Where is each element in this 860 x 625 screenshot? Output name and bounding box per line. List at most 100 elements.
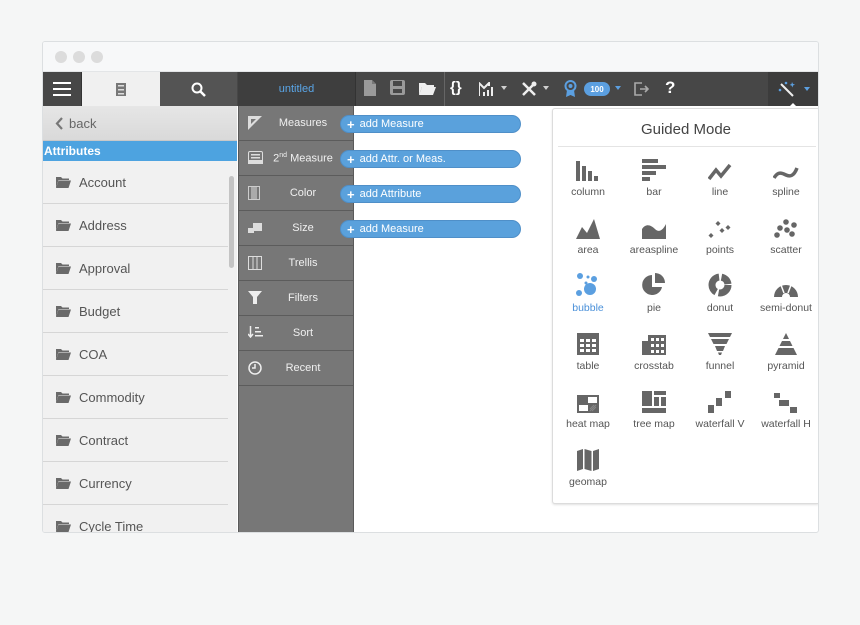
export-icon[interactable]: [634, 82, 650, 96]
chart-type-pyramid[interactable]: pyramid: [753, 327, 818, 385]
folder-icon: [56, 520, 71, 532]
chart-type-crosstab[interactable]: crosstab: [621, 327, 687, 385]
attribute-label: Cycle Time: [79, 518, 144, 533]
chevron-left-icon: [55, 116, 63, 130]
add-measure-button[interactable]: + add Measure: [340, 115, 521, 133]
add-attribute-button[interactable]: + add Attribute: [340, 185, 521, 203]
chart-type-icon[interactable]: [479, 82, 495, 96]
attribute-label: COA: [79, 346, 108, 362]
attribute-folder[interactable]: Approval: [43, 247, 228, 290]
attribute-label: Account: [79, 174, 126, 190]
open-folder-icon[interactable]: [419, 82, 436, 95]
guided-mode-dropdown-caret[interactable]: [804, 87, 810, 91]
add-attr-or-measure-button[interactable]: + add Attr. or Meas.: [340, 150, 521, 168]
search-button[interactable]: [160, 72, 237, 106]
waterfall-h-icon: [774, 385, 798, 413]
score-badge[interactable]: 100: [584, 82, 610, 96]
config-label: Trellis: [288, 257, 318, 269]
chart-type-funnel[interactable]: funnel: [687, 327, 753, 385]
config-measures[interactable]: Measures: [239, 106, 353, 141]
chart-type-donut[interactable]: donut: [687, 269, 753, 327]
pill-label: add Measure: [359, 223, 424, 235]
maximize-window-button[interactable]: [91, 51, 103, 63]
folder-icon: [56, 176, 71, 188]
award-icon[interactable]: [564, 80, 577, 97]
folder-icon: [56, 348, 71, 360]
config-sort[interactable]: Sort: [239, 316, 353, 351]
chart-type-waterfall-v[interactable]: waterfall V: [687, 385, 753, 443]
folder-icon: [56, 219, 71, 231]
config-label: Color: [289, 187, 317, 199]
config-filters[interactable]: Filters: [239, 281, 353, 316]
pill-label: add Attribute: [359, 188, 422, 200]
folder-icon: [56, 305, 71, 317]
plus-icon: +: [347, 151, 355, 167]
guided-mode-button[interactable]: [768, 72, 818, 106]
chart-type-spline[interactable]: spline: [753, 153, 818, 211]
chart-type-line[interactable]: line: [687, 153, 753, 211]
add-size-measure-button[interactable]: + add Measure: [340, 220, 521, 238]
score-dropdown-caret[interactable]: [615, 86, 621, 90]
chart-type-area[interactable]: area: [555, 211, 621, 269]
chart-type-waterfall-h[interactable]: waterfall H: [753, 385, 818, 443]
plus-icon: +: [347, 116, 355, 132]
chart-type-dropdown-caret[interactable]: [501, 86, 507, 90]
document-title[interactable]: untitled: [238, 72, 355, 106]
attribute-folder[interactable]: Address: [43, 204, 228, 247]
config-trellis[interactable]: Trellis: [239, 246, 353, 281]
chart-type-points[interactable]: points: [687, 211, 753, 269]
chart-type-bar[interactable]: bar: [621, 153, 687, 211]
new-file-icon[interactable]: [364, 80, 376, 96]
attribute-label: Commodity: [79, 389, 145, 405]
config-color[interactable]: Color: [239, 176, 353, 211]
chart-type-pie[interactable]: pie: [621, 269, 687, 327]
pyramid-chart-icon: [774, 327, 798, 355]
attribute-folder[interactable]: Account: [43, 161, 228, 204]
attribute-label: Budget: [79, 303, 121, 319]
magic-wand-icon: [778, 81, 796, 97]
guided-mode-popup: Guided Mode column bar line spline area …: [552, 108, 818, 504]
menu-button[interactable]: [43, 72, 81, 106]
chart-type-heat-map[interactable]: heat map: [555, 385, 621, 443]
minimize-window-button[interactable]: [73, 51, 85, 63]
chart-type-column[interactable]: column: [555, 153, 621, 211]
attribute-folder[interactable]: COA: [43, 333, 228, 376]
config-second-measure[interactable]: 2nd Measure: [239, 141, 353, 176]
attribute-label: Currency: [79, 475, 132, 491]
attribute-folder[interactable]: Commodity: [43, 376, 228, 419]
back-button[interactable]: back: [43, 106, 237, 141]
chart-type-semi-donut[interactable]: semi-donut: [753, 269, 818, 327]
folder-icon: [56, 477, 71, 489]
attribute-list: Account Address Approval Budget COA Comm…: [43, 161, 228, 533]
chart-type-tree-map[interactable]: tree map: [621, 385, 687, 443]
attribute-folder[interactable]: Contract: [43, 419, 228, 462]
attribute-folder[interactable]: Currency: [43, 462, 228, 505]
save-icon[interactable]: [390, 80, 405, 95]
chart-type-areaspline[interactable]: areaspline: [621, 211, 687, 269]
config-label: Measures: [278, 117, 328, 129]
close-window-button[interactable]: [55, 51, 67, 63]
config-label: Sort: [292, 327, 314, 339]
chart-type-bubble[interactable]: bubble: [555, 269, 621, 327]
plus-icon: +: [347, 186, 355, 202]
window-titlebar: [43, 42, 818, 72]
waterfall-v-icon: [708, 385, 732, 413]
chart-type-geomap[interactable]: geomap: [555, 443, 621, 501]
pill-label: add Measure: [359, 118, 424, 130]
attributes-header: Attributes: [43, 141, 237, 161]
code-braces-icon[interactable]: {}: [450, 79, 462, 96]
guided-mode-title: Guided Mode: [640, 121, 732, 138]
help-icon[interactable]: ?: [665, 78, 675, 98]
folder-icon: [56, 434, 71, 446]
chart-type-scatter[interactable]: scatter: [753, 211, 818, 269]
attribute-folder[interactable]: Cycle Time: [43, 505, 228, 533]
config-recent[interactable]: Recent: [239, 351, 353, 386]
tools-icon[interactable]: [521, 81, 537, 97]
config-size[interactable]: Size: [239, 211, 353, 246]
column-chart-icon: [576, 153, 600, 181]
data-source-button[interactable]: [82, 72, 160, 106]
tools-dropdown-caret[interactable]: [543, 86, 549, 90]
attribute-folder[interactable]: Budget: [43, 290, 228, 333]
chart-type-table[interactable]: table: [555, 327, 621, 385]
attribute-list-scrollbar[interactable]: [229, 176, 234, 268]
